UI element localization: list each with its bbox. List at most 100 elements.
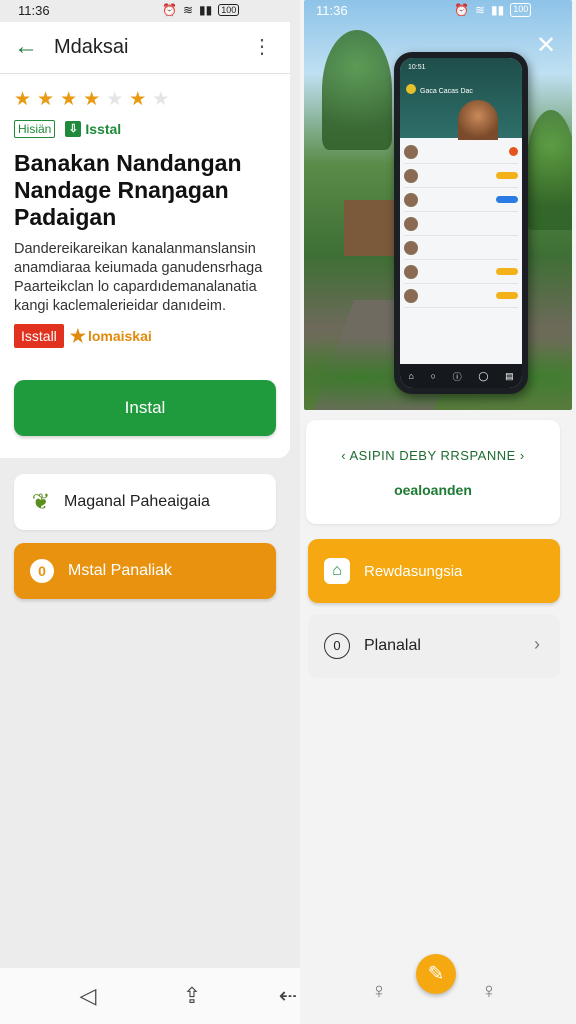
star-icon: ★ bbox=[69, 325, 86, 346]
left-pane: 11:36 ⏰ ≋ ▮▮ 100 ← Mdaksai ⋮ ★ ★ ★ ★ ★ ★… bbox=[0, 0, 300, 1024]
nav-back-icon[interactable]: ◁ bbox=[74, 982, 102, 1010]
info-icon: ⓘ bbox=[452, 371, 462, 382]
alarm-icon: ⏰ bbox=[454, 3, 469, 17]
back-arrow-icon[interactable]: ← bbox=[14, 34, 40, 60]
bottom-nav: ◁ ⇪ ⇠ bbox=[0, 968, 300, 1024]
location-icon[interactable]: ♀ bbox=[476, 978, 502, 1004]
install-tag: ⇩ Isstal bbox=[65, 121, 121, 137]
status-icons: ⏰ ≋ ▮▮ 100 bbox=[454, 3, 532, 17]
star-icon: ★ bbox=[37, 89, 55, 110]
status-time: 11:36 bbox=[18, 3, 50, 18]
search-icon: ○ bbox=[430, 371, 436, 381]
install-tag-label: Isstal bbox=[85, 121, 122, 137]
palm-tree bbox=[322, 30, 392, 150]
avatar bbox=[404, 216, 418, 231]
phone-time: 10:51 bbox=[408, 64, 426, 71]
phone-nav: ⌂ ○ ⓘ ◯ ▤ bbox=[400, 364, 522, 388]
battery-icon: 100 bbox=[218, 4, 240, 16]
right-pane: 11:36 ⏰ ≋ ▮▮ 100 ✕ 10:51 Gaca Cacas Dac bbox=[300, 0, 576, 1024]
plan-row-label: Planalal bbox=[364, 637, 421, 654]
status-pill bbox=[496, 268, 518, 275]
manage-row-label: Maganal Paheaigaia bbox=[64, 493, 210, 510]
star-icon: ★ bbox=[83, 89, 101, 110]
home-icon: ⌂ bbox=[408, 371, 414, 381]
list-item bbox=[404, 140, 518, 164]
status-pill bbox=[496, 220, 518, 227]
status-pill bbox=[496, 172, 518, 179]
more-vert-icon[interactable]: ⋮ bbox=[252, 34, 272, 60]
phone-screen: 10:51 Gaca Cacas Dac ⌂ ○ ⓘ ◯ ▤ bbox=[400, 58, 522, 388]
signal-icon: ▮▮ bbox=[199, 3, 213, 17]
star-empty-icon: ★ bbox=[152, 89, 170, 110]
star-icon: ★ bbox=[129, 89, 147, 110]
circle-zero-icon: 0 bbox=[324, 633, 350, 659]
status-dot bbox=[509, 147, 518, 156]
reward-button[interactable]: ⌂ Rewdasungsia bbox=[308, 539, 560, 603]
star-empty-icon: ★ bbox=[106, 89, 124, 110]
app-logo-icon bbox=[406, 84, 416, 94]
avatar bbox=[404, 144, 418, 159]
phone-mockup: 10:51 Gaca Cacas Dac ⌂ ○ ⓘ ◯ ▤ bbox=[394, 52, 528, 394]
circle-zero-icon: 0 bbox=[30, 559, 54, 583]
nav-return-icon[interactable]: ⇠ bbox=[274, 982, 302, 1010]
status-pill bbox=[496, 292, 518, 299]
status-icons: ⏰ ≋ ▮▮ 100 bbox=[162, 3, 240, 17]
list-item bbox=[404, 188, 518, 212]
list-item bbox=[404, 236, 518, 260]
list-item bbox=[404, 284, 518, 308]
leaf-icon: ❦ bbox=[31, 489, 51, 514]
info-subtitle: oealoanden bbox=[394, 482, 472, 498]
chevron-right-icon: › bbox=[515, 448, 525, 463]
store-icon: ▤ bbox=[505, 370, 514, 381]
avatar bbox=[404, 192, 418, 207]
edit-fab-icon[interactable]: ✎ bbox=[416, 954, 456, 994]
status-pill bbox=[496, 196, 518, 203]
info-heading: ‹ ASIPIN DEBY RRSPANNE › bbox=[306, 448, 560, 463]
status-time: 11:36 bbox=[316, 3, 348, 18]
wifi-icon: ≋ bbox=[474, 3, 486, 17]
category-tag: Hisiän bbox=[14, 120, 56, 138]
rating-stars: ★ ★ ★ ★ ★ ★ ★ bbox=[14, 90, 169, 110]
star-icon: ★ bbox=[60, 89, 78, 110]
info-card[interactable]: ‹ ASIPIN DEBY RRSPANNE › oealoanden bbox=[306, 420, 560, 524]
plan-row[interactable]: 0 Planalal › bbox=[308, 614, 560, 678]
avatar bbox=[404, 240, 418, 255]
close-icon[interactable]: ✕ bbox=[534, 34, 558, 58]
battery-icon: 100 bbox=[510, 3, 532, 17]
tag-row: Hisiän ⇩ Isstal bbox=[14, 120, 121, 138]
hero-image: 11:36 ⏰ ≋ ▮▮ 100 ✕ 10:51 Gaca Cacas Dac bbox=[304, 0, 572, 410]
reward-button-label: Rewdasungsia bbox=[364, 562, 463, 580]
list-item bbox=[404, 212, 518, 236]
status-pill bbox=[496, 244, 518, 251]
list-item bbox=[404, 164, 518, 188]
phone-header-title: Gaca Cacas Dac bbox=[420, 88, 473, 95]
install-panel-row[interactable]: 0 Mstal Panaliak bbox=[14, 543, 276, 599]
appbar-title: Mdaksai bbox=[54, 36, 129, 58]
red-badge: Isstall bbox=[14, 324, 64, 348]
screen: 11:36 ⏰ ≋ ▮▮ 100 ← Mdaksai ⋮ ★ ★ ★ ★ ★ ★… bbox=[0, 0, 576, 1024]
bulb-icon[interactable]: ♀ bbox=[366, 978, 392, 1004]
app-bar: ← Mdaksai ⋮ bbox=[0, 22, 290, 74]
install-icon: ⇩ bbox=[65, 121, 82, 137]
star-icon: ★ bbox=[14, 89, 32, 110]
status-bar: 11:36 ⏰ ≋ ▮▮ 100 bbox=[0, 0, 300, 22]
avatar bbox=[404, 168, 418, 183]
palm-tree bbox=[526, 110, 572, 230]
app-title: Banakan Nandangan Nandage Rnaŋagan Padai… bbox=[14, 150, 242, 230]
chat-icon: ◯ bbox=[478, 370, 489, 381]
phone-list bbox=[400, 138, 522, 310]
manage-row[interactable]: ❦ Maganal Paheaigaia bbox=[14, 474, 276, 530]
info-heading-text: ASIPIN DEBY RRSPANNE bbox=[349, 448, 516, 463]
share-icon[interactable]: ⇪ bbox=[178, 982, 206, 1010]
avatar bbox=[404, 288, 418, 303]
app-description: Dandereikareikan kanalanmanslansin anamd… bbox=[14, 241, 263, 314]
alarm-icon: ⏰ bbox=[162, 3, 177, 17]
install-panel-label: Mstal Panaliak bbox=[68, 562, 173, 579]
signal-icon: ▮▮ bbox=[491, 3, 505, 17]
gift-icon: ⌂ bbox=[324, 558, 350, 584]
badge-row: Isstall ★ lomaiskai bbox=[14, 324, 152, 348]
profile-photo bbox=[458, 100, 498, 140]
install-button[interactable]: Instal bbox=[14, 380, 276, 436]
avatar bbox=[404, 264, 418, 279]
wifi-icon: ≋ bbox=[182, 3, 194, 17]
